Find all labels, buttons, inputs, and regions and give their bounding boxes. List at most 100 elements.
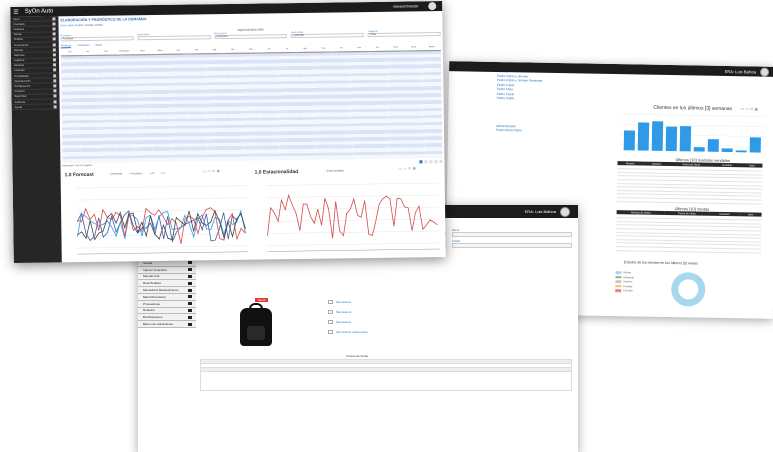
legend-item[interactable]: ○ Demanda <box>109 172 123 175</box>
sidebar-item-label: Pedidos <box>13 38 24 42</box>
avatar[interactable] <box>760 67 770 77</box>
table-cell <box>207 157 226 162</box>
product-sidebar: Ventas Ingreso Inventario Manual Gral Ruta … <box>138 260 196 452</box>
sidebar-item-label: Compras <box>13 27 25 31</box>
forecast-line-chart <box>76 185 248 255</box>
table-cell <box>711 199 741 204</box>
sidebar-item-label: Configuración <box>14 84 31 89</box>
forecast-chart-title: 1.0 Forecast <box>64 171 94 179</box>
link-item[interactable]: Mercadería relacionada <box>328 327 368 337</box>
table-cell <box>615 246 665 252</box>
tab-product[interactable]: Producto <box>60 44 72 49</box>
sidebar-icon <box>52 37 56 41</box>
breadcrumb-item[interactable]: Inicio <box>60 24 66 27</box>
new-badge: Nuevo <box>255 298 269 302</box>
legend-item[interactable]: ○ Estacionalidad <box>325 169 344 172</box>
pagination[interactable] <box>419 159 443 164</box>
sidebar-item-label: Manual Gral <box>143 274 160 279</box>
link-item[interactable]: Mercadería <box>328 317 368 327</box>
legend-item[interactable]: ○ LS <box>149 172 155 175</box>
sidebar-item[interactable]: Proveedores <box>138 300 196 308</box>
link-item[interactable]: Mercadería <box>328 297 368 307</box>
sidebar-item-label: Contabilidad <box>14 74 29 78</box>
sidebar-item-label: Auditoría <box>14 100 25 104</box>
category-field[interactable]: Todas <box>367 32 441 38</box>
legend-label: Nuevo <box>623 271 632 275</box>
unit-field[interactable] <box>452 243 572 248</box>
list-item[interactable]: Pedro Moto Pablo <box>496 128 522 133</box>
link-item[interactable]: Mercadería <box>328 307 368 317</box>
breadcrumb-item[interactable]: Abrir Pedido <box>69 24 83 27</box>
list-item[interactable]: Pedro Pablo <box>497 96 542 101</box>
sidebar-item-label: Usuarios <box>14 90 25 94</box>
gridline <box>76 197 247 201</box>
week-bar-chart <box>619 113 767 153</box>
chart-tools-icon[interactable]: ▭▭⟳▣ <box>740 106 759 111</box>
bar <box>707 139 719 152</box>
sidebar-item-label: Inicio <box>13 17 20 21</box>
menu-icon[interactable]: ☰ <box>13 8 18 15</box>
gridline <box>266 182 439 186</box>
chart-tools-icon[interactable]: ▭▭⟳▣ <box>399 166 418 170</box>
chart-tools-icon[interactable]: ▭▭⟳▣ <box>203 169 222 173</box>
sidebar-item[interactable]: Mercaderia Mantenimiento <box>138 287 196 294</box>
sidebar-icon <box>188 302 192 306</box>
sidebar-item-label: Mant Movimiento <box>143 294 166 299</box>
table-cell <box>225 157 244 161</box>
table-cell <box>62 159 81 164</box>
table-cell <box>152 158 171 162</box>
gridline <box>267 218 440 222</box>
legend-item[interactable]: ○ LI <box>160 172 165 175</box>
avatar[interactable] <box>428 2 437 11</box>
sidebar-icon <box>188 315 192 319</box>
gridline <box>267 230 440 234</box>
sidebar-icon <box>52 58 56 62</box>
bar <box>721 148 733 153</box>
sidebar-item-label: Clientes <box>13 48 24 52</box>
legend-swatch <box>615 271 622 274</box>
models-table: Modelo Nombre Fecha de Venta Cantidad Valor <box>616 161 763 204</box>
legend-swatch <box>615 275 622 279</box>
names-list-bottom: Administrador Pedro Moto Pablo <box>496 124 522 133</box>
sidebar-item[interactable]: Ingreso Inventario <box>138 266 196 274</box>
tab-forecast[interactable]: Pronóstico <box>77 44 89 48</box>
legend-item[interactable]: Cerrado <box>615 289 634 294</box>
sidebar-item[interactable]: Ruta Pedidos <box>138 280 196 288</box>
sidebar-item-label: Ingreso Inventario <box>143 267 168 272</box>
bar <box>623 130 636 151</box>
table-cell <box>351 155 370 160</box>
seasonality-legend: ○ Estacionalidad <box>325 169 344 172</box>
sidebar-item[interactable]: Manual Gral <box>138 273 196 281</box>
sidebar-item[interactable]: Banco de cotizaciones <box>138 321 196 328</box>
table-cell <box>406 154 425 159</box>
sidebar-item[interactable]: Mant Movimiento <box>138 293 196 301</box>
bottom-section-title: Costos de Venta <box>346 354 369 358</box>
sidebar-item-label: Ventas <box>143 260 153 265</box>
gridline <box>266 194 439 198</box>
forecast-legend: ○ Demanda ○ Pronóstico ○ LS ○ LI <box>109 172 171 176</box>
document-icon <box>328 310 333 315</box>
sidebar-icon <box>53 89 57 93</box>
sidebar-icon <box>53 99 57 104</box>
sidebar-item[interactable]: Ayuda <box>11 104 60 111</box>
bar <box>665 126 678 152</box>
sidebar-item[interactable]: Rotacion <box>138 307 196 315</box>
seasonality-line-chart <box>266 182 440 252</box>
brand-field[interactable] <box>452 232 572 237</box>
dashboard-user-name: ERA: Luis Balboa <box>724 68 757 75</box>
table-cell <box>134 158 153 163</box>
table-cell <box>616 197 643 202</box>
gridline <box>77 221 248 225</box>
sidebar-icon <box>188 281 192 285</box>
sidebar-icon <box>188 261 192 265</box>
sidebar-icon <box>52 32 56 36</box>
table-cell <box>708 248 739 253</box>
gridline <box>267 206 440 210</box>
sidebar-item[interactable]: Bonificaciones <box>138 314 196 322</box>
legend-item[interactable]: ○ Pronóstico <box>128 172 143 175</box>
avatar[interactable] <box>560 206 570 217</box>
gridline <box>620 113 767 117</box>
legend-label: Perdido <box>623 285 633 289</box>
sidebar-item-label: Mercaderia Mantenimiento <box>143 288 179 293</box>
tab-stock[interactable]: Stock <box>95 44 102 48</box>
